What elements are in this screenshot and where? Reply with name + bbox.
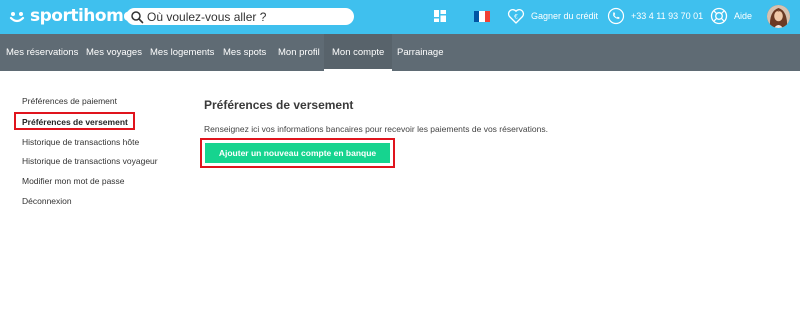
brand-logo[interactable]: sportihome [8, 6, 135, 26]
nav-item-profile[interactable]: Mon profil [278, 34, 320, 71]
nav-item-account[interactable]: Mon compte [324, 34, 393, 71]
earn-credit-label: Gagner du crédit [531, 11, 599, 21]
nav-item-referral[interactable]: Parrainage [397, 34, 443, 71]
earn-credit-link[interactable]: € Gagner du crédit [507, 7, 598, 25]
sidebar-item-logout[interactable]: Déconnexion [22, 196, 72, 206]
account-nav-bar: Mes réservations Mes voyages Mes logemen… [0, 34, 800, 71]
logo-smile-icon [9, 12, 25, 23]
search-icon [131, 10, 144, 23]
nav-item-trips[interactable]: Mes voyages [86, 34, 142, 71]
grid-menu-icon[interactable] [434, 10, 446, 22]
sidebar-item-host-transactions[interactable]: Historique de transactions hôte [22, 137, 139, 147]
nav-item-reservations[interactable]: Mes réservations [6, 34, 78, 71]
sidebar-item-traveler-transactions[interactable]: Historique de transactions voyageur [22, 156, 158, 166]
language-flag-icon[interactable] [474, 11, 490, 22]
sidebar-highlight-box [14, 112, 135, 130]
svg-text:€: € [514, 14, 518, 21]
nav-item-spots[interactable]: Mes spots [223, 34, 266, 71]
help-label: Aide [734, 11, 753, 21]
button-highlight-box [200, 138, 395, 168]
sidebar-item-payment-preferences[interactable]: Préférences de paiement [22, 96, 117, 106]
search-input[interactable] [147, 9, 347, 24]
help-link[interactable]: Aide [710, 7, 752, 25]
phone-icon [607, 7, 625, 25]
heart-coin-icon: € [507, 9, 525, 24]
nav-item-listings[interactable]: Mes logements [150, 34, 214, 71]
page-title: Préférences de versement [204, 98, 354, 112]
user-avatar[interactable] [767, 5, 790, 28]
top-bar: sportihome € Gagner du crédit +33 4 11 9… [0, 0, 800, 34]
phone-link[interactable]: +33 4 11 93 70 01 [607, 7, 703, 25]
lifebuoy-icon [710, 7, 728, 25]
page-description: Renseignez ici vos informations bancaire… [204, 124, 548, 134]
brand-name: sportihome [30, 6, 135, 26]
phone-number: +33 4 11 93 70 01 [631, 11, 704, 21]
search-bar[interactable] [126, 8, 354, 25]
sidebar-item-change-password[interactable]: Modifier mon mot de passe [22, 176, 125, 186]
avatar-image [767, 5, 790, 28]
